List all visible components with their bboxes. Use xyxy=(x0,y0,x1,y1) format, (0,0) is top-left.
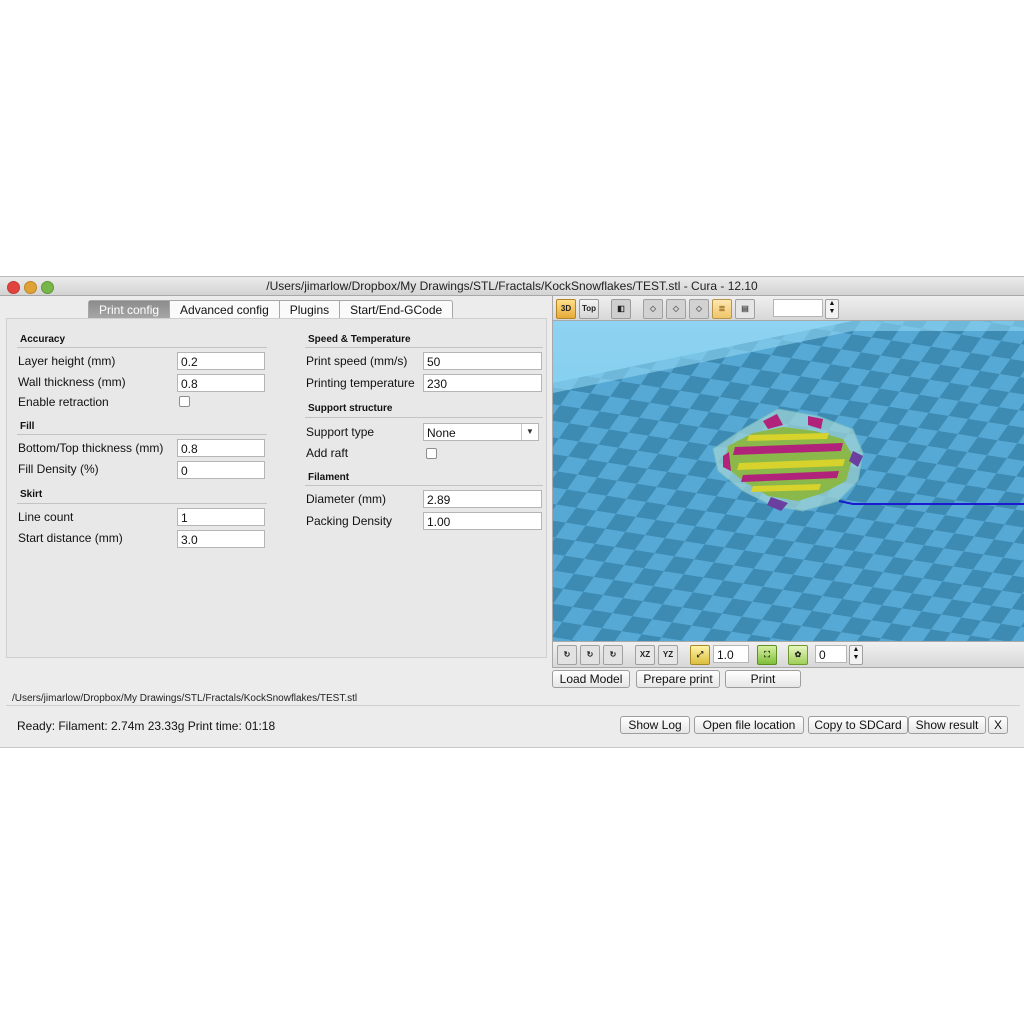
divider xyxy=(305,417,543,418)
view-top-button[interactable]: Top xyxy=(579,299,599,319)
status-bar: Ready: Filament: 2.74m 23.33g Print time… xyxy=(6,705,1020,746)
xray-view-icon[interactable]: ◇ xyxy=(666,299,686,319)
scale-max-icon[interactable]: ⛶ xyxy=(757,645,777,665)
normal-view-icon[interactable]: ◧ xyxy=(611,299,631,319)
support-type-label: Support type xyxy=(306,425,375,439)
mirror-yz-button[interactable]: YZ xyxy=(658,645,678,665)
view-top-label: Top xyxy=(581,304,597,313)
print-speed-field[interactable]: 50 xyxy=(423,352,542,370)
wall-thickness-label: Wall thickness (mm) xyxy=(18,375,126,389)
model-viewport[interactable]: 3D Top ◧ ◇ ◇ ◇ ≣ ▤ ▲ ▼ ↻ ↻ ↻ XZ YZ ⤢ 1.0… xyxy=(552,295,1024,668)
rotate-y-icon[interactable]: ↻ xyxy=(580,645,600,665)
printing-temperature-field[interactable]: 230 xyxy=(423,374,542,392)
section-support-structure: Support structure xyxy=(308,403,393,414)
file-path-label: /Users/jimarlow/Dropbox/My Drawings/STL/… xyxy=(12,693,358,704)
overhang-view-icon[interactable]: ◇ xyxy=(689,299,709,319)
layer-number-field[interactable] xyxy=(773,299,823,317)
fill-density-label: Fill Density (%) xyxy=(18,462,99,476)
mirror-xz-label: XZ xyxy=(639,650,651,659)
show-result-button[interactable]: Show result xyxy=(908,716,986,734)
load-model-button[interactable]: Load Model xyxy=(552,670,630,688)
print-button[interactable]: Print xyxy=(725,670,801,688)
support-type-select[interactable]: None ▼ xyxy=(423,423,539,441)
bottom-top-thickness-label: Bottom/Top thickness (mm) xyxy=(18,441,164,455)
add-raft-checkbox[interactable] xyxy=(426,448,437,459)
layer-height-label: Layer height (mm) xyxy=(18,354,116,368)
line-count-field[interactable]: 1 xyxy=(177,508,265,526)
view-3d-button[interactable]: 3D xyxy=(556,299,576,319)
section-accuracy: Accuracy xyxy=(20,334,66,345)
diameter-field[interactable]: 2.89 xyxy=(423,490,542,508)
scale-icon[interactable]: ⤢ xyxy=(690,645,710,665)
gcode-view-icon[interactable]: ▤ xyxy=(735,299,755,319)
divider xyxy=(17,434,267,435)
chevron-down-icon: ▼ xyxy=(521,424,538,440)
print-speed-label: Print speed (mm/s) xyxy=(306,354,408,368)
rotate-z-icon[interactable]: ↻ xyxy=(603,645,623,665)
view-3d-label: 3D xyxy=(560,304,572,313)
layers-view-icon[interactable]: ≣ xyxy=(712,299,732,319)
section-speed-temperature: Speed & Temperature xyxy=(308,334,411,345)
retraction-checkbox[interactable] xyxy=(179,396,190,407)
line-count-label: Line count xyxy=(18,510,74,524)
show-log-button[interactable]: Show Log xyxy=(620,716,690,734)
bottom-top-thickness-field[interactable]: 0.8 xyxy=(177,439,265,457)
divider xyxy=(17,347,267,348)
copy-to-sdcard-button[interactable]: Copy to SDCard xyxy=(808,716,908,734)
retraction-label: Enable retraction xyxy=(18,395,109,409)
printing-temperature-label: Printing temperature xyxy=(306,376,415,390)
diameter-label: Diameter (mm) xyxy=(306,492,386,506)
close-result-button[interactable]: X xyxy=(988,716,1008,734)
rotate-x-icon[interactable]: ↻ xyxy=(557,645,577,665)
divider xyxy=(305,485,543,486)
view-toolbar: 3D Top ◧ ◇ ◇ ◇ ≣ ▤ ▲ ▼ xyxy=(553,296,1024,321)
title-bar: /Users/jimarlow/Dropbox/My Drawings/STL/… xyxy=(0,277,1024,296)
transform-toolbar: ↻ ↻ ↻ XZ YZ ⤢ 1.0 ⛶ ✿ 0 ▲ ▼ xyxy=(553,641,1024,667)
packing-density-label: Packing Density xyxy=(306,514,393,528)
transparent-view-icon[interactable]: ◇ xyxy=(643,299,663,319)
divider xyxy=(305,347,543,348)
multiply-icon[interactable]: ✿ xyxy=(788,645,808,665)
packing-density-field[interactable]: 1.00 xyxy=(423,512,542,530)
start-distance-field[interactable]: 3.0 xyxy=(177,530,265,548)
section-filament: Filament xyxy=(308,472,350,483)
rotate-field[interactable]: 0 xyxy=(815,645,847,663)
layer-height-field[interactable]: 0.2 xyxy=(177,352,265,370)
cura-window: /Users/jimarlow/Dropbox/My Drawings/STL/… xyxy=(0,276,1024,748)
print-config-panel: Accuracy Layer height (mm) 0.2 Wall thic… xyxy=(6,318,547,658)
divider xyxy=(17,503,267,504)
build-platform-scene[interactable] xyxy=(553,321,1024,641)
fill-density-field[interactable]: 0 xyxy=(177,461,265,479)
support-type-value: None xyxy=(427,426,456,440)
open-file-location-button[interactable]: Open file location xyxy=(694,716,804,734)
section-skirt: Skirt xyxy=(20,489,43,500)
section-fill: Fill xyxy=(20,421,35,432)
wall-thickness-field[interactable]: 0.8 xyxy=(177,374,265,392)
rotate-stepper-icon[interactable]: ▲ ▼ xyxy=(849,645,863,665)
start-distance-label: Start distance (mm) xyxy=(18,531,123,545)
scale-field[interactable]: 1.0 xyxy=(713,645,749,663)
mirror-yz-label: YZ xyxy=(662,650,674,659)
prepare-print-button[interactable]: Prepare print xyxy=(636,670,720,688)
mirror-xz-button[interactable]: XZ xyxy=(635,645,655,665)
window-title: /Users/jimarlow/Dropbox/My Drawings/STL/… xyxy=(266,279,758,293)
add-raft-label: Add raft xyxy=(306,446,349,460)
layer-stepper-icon[interactable]: ▲ ▼ xyxy=(825,299,839,319)
status-text: Ready: Filament: 2.74m 23.33g Print time… xyxy=(17,719,276,733)
